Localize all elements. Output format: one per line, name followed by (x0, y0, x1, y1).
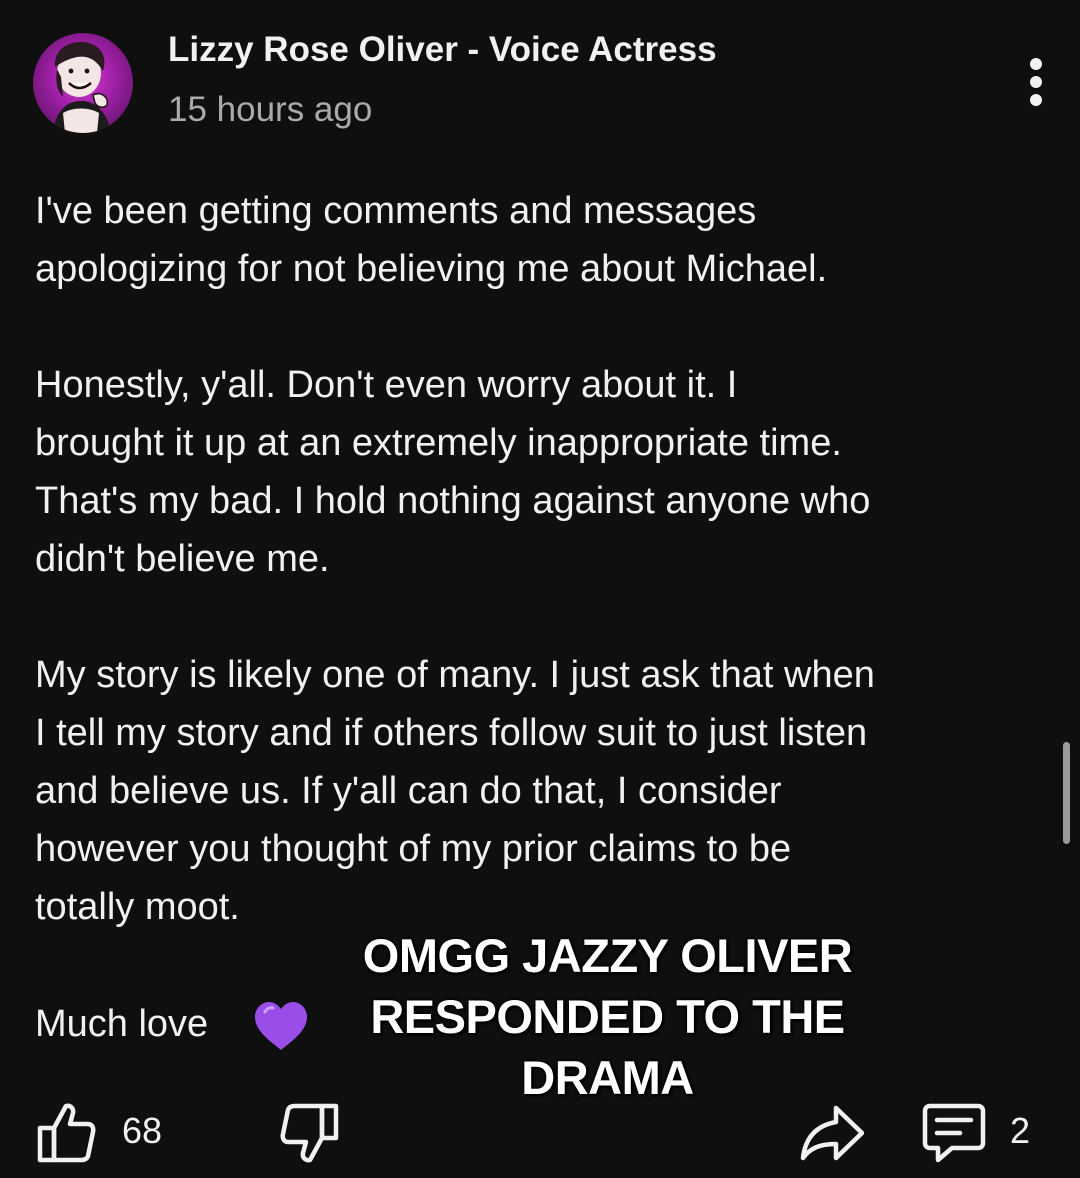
post-text-line: however you thought of my prior claims t… (35, 828, 792, 870)
post-text-line: brought it up at an extremely inappropri… (35, 422, 842, 464)
post-text-line: didn't believe me. (35, 538, 330, 580)
post-text-line: I've been getting comments and messages (35, 190, 757, 232)
post-text-line: I tell my story and if others follow sui… (35, 712, 868, 754)
post-text-line: My story is likely one of many. I just a… (35, 654, 875, 696)
author-name[interactable]: Lizzy Rose Oliver - Voice Actress (168, 30, 717, 70)
more-options-button[interactable] (1018, 58, 1054, 106)
post-timestamp: 15 hours ago (168, 90, 373, 129)
caption-line: OMGG JAZZY OLIVER (362, 929, 853, 982)
more-vertical-icon (1030, 58, 1042, 70)
thumbs-down-icon (280, 1103, 339, 1163)
overlay-caption: OMGG JAZZY OLIVER RESPONDED TO THE DRAMA (330, 925, 885, 1108)
comments-button[interactable] (922, 1102, 986, 1164)
post-text-line: and believe us. If y'all can do that, I … (35, 770, 782, 812)
avatar-illustration (53, 42, 111, 133)
share-arrow-icon (800, 1105, 864, 1161)
comment-count: 2 (1010, 1110, 1031, 1151)
like-count: 68 (122, 1110, 163, 1151)
share-button[interactable] (800, 1104, 864, 1162)
purple-heart-icon (253, 1000, 309, 1052)
post-text-line: apologizing for not believing me about M… (35, 248, 828, 290)
post-closing: Much love (35, 1003, 209, 1045)
post-text-line: That's my bad. I hold nothing against an… (35, 480, 871, 522)
thumbs-up-icon (37, 1103, 96, 1163)
post-action-bar: 68 2 (0, 1098, 1080, 1168)
author-avatar[interactable] (33, 33, 133, 133)
post-text-line: Honestly, y'all. Don't even worry about … (35, 364, 738, 406)
post-body: I've been getting comments and messages … (35, 182, 1045, 936)
scrollbar-thumb[interactable] (1063, 742, 1070, 844)
caption-line: RESPONDED TO THE (370, 990, 845, 1043)
like-button[interactable] (36, 1102, 96, 1164)
comment-icon (922, 1103, 986, 1163)
dislike-button[interactable] (280, 1102, 340, 1164)
